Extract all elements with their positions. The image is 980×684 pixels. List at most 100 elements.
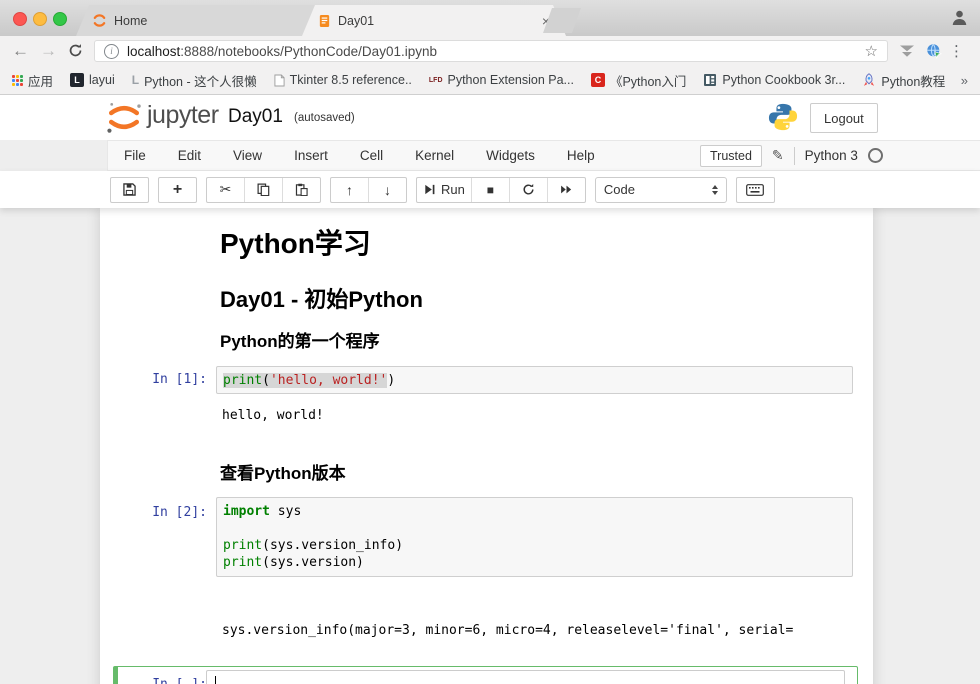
input-prompt-3: In [ ]: [100, 677, 207, 684]
back-icon[interactable]: ← [12, 42, 29, 59]
markdown-h1[interactable]: Python学习 [220, 222, 371, 262]
cut-cell-button[interactable]: ✂ [207, 178, 245, 202]
input-prompt-1: In [1]: [100, 372, 207, 387]
run-cell-button[interactable]: Run [417, 178, 472, 202]
lfd-icon: LFD [429, 77, 443, 84]
url-host: localhost [127, 44, 180, 59]
bookmark-python-extension[interactable]: LFD Python Extension Pa... [429, 73, 574, 87]
select-caret-icon [712, 185, 718, 195]
bookmark-label: layui [89, 73, 115, 87]
menu-insert[interactable]: Insert [278, 148, 344, 163]
bookmark-label: Python - 这个人很懒 [144, 71, 257, 90]
command-palette-button[interactable] [737, 178, 774, 202]
interrupt-kernel-button[interactable]: ■ [472, 178, 510, 202]
paste-cell-button[interactable] [283, 178, 320, 202]
restart-run-all-button[interactable] [548, 178, 585, 202]
url-path: :8888/notebooks/PythonCode/Day01.ipynb [180, 44, 437, 59]
bookmark-label: Python Extension Pa... [448, 73, 574, 87]
forward-icon[interactable]: → [40, 42, 57, 59]
extension-v-icon[interactable] [900, 45, 914, 58]
bookmark-label: 《Python入门 [610, 71, 686, 90]
notebook-title[interactable]: Day01 [228, 106, 283, 128]
document-icon [274, 74, 285, 87]
menu-edit[interactable]: Edit [162, 148, 217, 163]
save-button[interactable] [111, 178, 148, 202]
bookmark-layui[interactable]: L layui [70, 73, 115, 87]
bookmark-cookbook[interactable]: Python Cookbook 3r... [703, 73, 845, 87]
input-prompt-2: In [2]: [100, 505, 207, 520]
menu-help[interactable]: Help [551, 148, 611, 163]
code-cell-1-input[interactable]: print('hello, world!') [216, 366, 853, 394]
tab-label: Home [114, 14, 147, 28]
autosave-status: (autosaved) [294, 112, 355, 124]
python-logo-icon [768, 102, 798, 132]
browser-menu-icon[interactable]: ⋮ [949, 42, 964, 60]
menu-file[interactable]: File [108, 148, 162, 163]
profile-avatar-icon[interactable] [951, 9, 968, 26]
bookmark-label: 应用 [28, 71, 53, 90]
restart-kernel-button[interactable] [510, 178, 548, 202]
page-info-icon[interactable]: i [104, 44, 119, 59]
apps-grid-icon [12, 75, 23, 86]
jupyter-header: jupyter Day01 (autosaved) Logout [0, 95, 980, 140]
jupyter-spinner-icon [92, 13, 107, 28]
url-text: localhost:8888/notebooks/PythonCode/Day0… [127, 44, 437, 59]
jupyter-wordmark[interactable]: jupyter [147, 101, 219, 130]
menu-cell[interactable]: Cell [344, 148, 399, 163]
bookmark-label: Python Cookbook 3r... [722, 73, 845, 87]
menu-kernel[interactable]: Kernel [399, 148, 470, 163]
bookmark-label: Python教程 [881, 71, 945, 90]
code-cell-1-output: hello, world! [222, 407, 324, 424]
pencil-icon: ✎ [772, 147, 784, 164]
bookmark-python-blog[interactable]: L Python - 这个人很懒 [132, 71, 257, 90]
browser-tab-home[interactable]: Home × [76, 5, 334, 36]
text-cursor [215, 676, 216, 684]
code-cell-2-input[interactable]: import sys print(sys.version_info) print… [216, 497, 853, 577]
url-omnibox[interactable]: i localhost:8888/notebooks/PythonCode/Da… [94, 40, 888, 62]
browser-tab-day01-active[interactable]: Day01 × [302, 5, 566, 36]
code-line: print(sys.version_info) [223, 537, 846, 554]
browser-tab-strip: Home × Day01 × [0, 0, 980, 36]
extension-globe-icon[interactable] [926, 43, 942, 59]
markdown-h3-first-program[interactable]: Python的第一个程序 [220, 327, 380, 352]
bookmark-python-tutorial[interactable]: Python教程 [862, 71, 945, 90]
cell-type-value: Code [604, 182, 635, 197]
output-line: sys.version_info(major=3, minor=6, micro… [222, 622, 793, 639]
bookmark-label: Tkinter 8.5 reference.. [290, 73, 412, 87]
menu-view[interactable]: View [217, 148, 278, 163]
add-cell-button[interactable]: + [159, 178, 196, 202]
mac-minimize-button[interactable] [33, 12, 47, 26]
notebook-menubar: File Edit View Insert Cell Kernel Widget… [107, 140, 980, 171]
bookmark-apps[interactable]: 应用 [12, 71, 53, 90]
trusted-button[interactable]: Trusted [700, 145, 762, 167]
mac-zoom-button[interactable] [53, 12, 67, 26]
copy-cell-button[interactable] [245, 178, 283, 202]
c-icon: C [591, 73, 605, 87]
kernel-name: Python 3 [805, 148, 858, 163]
bookmarks-overflow-icon[interactable]: » [961, 73, 968, 88]
notebook-scroll-area[interactable]: Python学习 Day01 - 初始Python Python的第一个程序 I… [0, 208, 980, 684]
notebook-toolbar: + ✂ ↑ ↓ Run ■ Code [0, 171, 980, 208]
bookmark-python-intro[interactable]: C 《Python入门 [591, 71, 686, 90]
layui-icon: L [70, 73, 84, 87]
bookmark-tkinter[interactable]: Tkinter 8.5 reference.. [274, 73, 412, 87]
markdown-h2[interactable]: Day01 - 初始Python [220, 282, 423, 314]
code-line-blank [223, 520, 846, 537]
reload-icon[interactable] [68, 43, 83, 58]
menu-widgets[interactable]: Widgets [470, 148, 551, 163]
book-layout-icon [703, 73, 717, 87]
jupyter-logo-icon[interactable] [104, 99, 144, 136]
move-cell-up-button[interactable]: ↑ [331, 178, 369, 202]
mac-close-button[interactable] [13, 12, 27, 26]
browser-address-bar: ← → i localhost:8888/notebooks/PythonCod… [0, 36, 980, 66]
selected-empty-cell[interactable] [113, 666, 858, 684]
run-label: Run [441, 182, 465, 197]
code-cell-3-input[interactable] [206, 670, 845, 684]
cell-type-select[interactable]: Code [595, 177, 727, 203]
move-cell-down-button[interactable]: ↓ [369, 178, 406, 202]
notebook-book-icon [318, 14, 331, 28]
logout-button[interactable]: Logout [810, 103, 878, 133]
markdown-h3-version[interactable]: 查看Python版本 [220, 459, 346, 484]
bookmark-star-icon[interactable]: ☆ [865, 42, 878, 60]
letter-l-icon: L [132, 73, 139, 87]
